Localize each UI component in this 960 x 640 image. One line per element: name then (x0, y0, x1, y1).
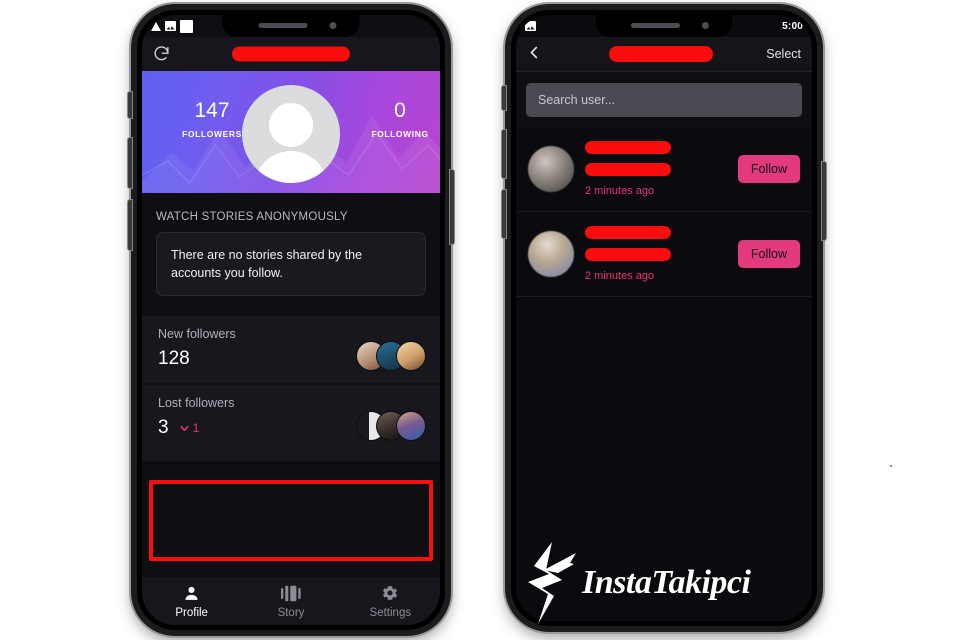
following-stat: 0 FOLLOWING (352, 99, 440, 139)
front-camera (701, 22, 709, 29)
earpiece-speaker (258, 23, 308, 28)
power-button[interactable] (450, 170, 454, 244)
silent-switch[interactable] (128, 92, 132, 118)
right-nav-bar: Select (516, 37, 812, 72)
tab-story-label: Story (277, 606, 305, 619)
new-followers-row[interactable]: New followers 128 (142, 316, 440, 383)
notch (595, 15, 733, 37)
user-time: 2 minutes ago (585, 185, 655, 197)
new-followers-value: 128 (158, 348, 190, 369)
lost-followers-delta-value: 1 (192, 421, 200, 435)
tab-settings[interactable]: Settings (341, 584, 440, 619)
left-phone-screen: 147 FOLLOWERS 0 FOLLOWING WATCH STORIES … (142, 15, 440, 625)
search-area: Search user... (516, 72, 812, 127)
redaction-bar (232, 46, 350, 62)
tab-settings-label: Settings (369, 606, 412, 619)
lost-followers-row[interactable]: Lost followers 3 1 (142, 385, 440, 461)
avatar[interactable] (242, 85, 340, 183)
following-label: FOLLOWING (371, 129, 429, 139)
story-icon (241, 584, 340, 603)
thumbnail (396, 411, 426, 441)
list-item[interactable]: 2 minutes ago Follow (516, 212, 812, 297)
avatar (528, 146, 574, 192)
redaction-bar (585, 141, 671, 154)
follow-button[interactable]: Follow (737, 240, 800, 268)
gear-icon (341, 584, 440, 603)
profile-hero: 147 FOLLOWERS 0 FOLLOWING (142, 71, 440, 193)
redaction-bar (585, 163, 671, 176)
volume-down-button[interactable] (128, 200, 132, 250)
select-button[interactable]: Select (766, 47, 801, 61)
left-nav-bar (142, 37, 440, 71)
left-phone-frame: 147 FOLLOWERS 0 FOLLOWING WATCH STORIES … (128, 4, 454, 636)
left-app-content: 147 FOLLOWERS 0 FOLLOWING WATCH STORIES … (142, 15, 440, 625)
lost-followers-label: Lost followers (158, 396, 235, 410)
new-followers-label: New followers (158, 327, 236, 341)
signal-triangle-icon (151, 21, 161, 31)
user-list: 2 minutes ago Follow 2 minutes ago Follo… (516, 127, 812, 621)
redaction-bar (585, 226, 671, 239)
stray-dot (890, 465, 892, 467)
follow-button[interactable]: Follow (737, 155, 800, 183)
tab-profile[interactable]: Profile (142, 584, 241, 619)
avatar-body (254, 151, 328, 183)
stories-section-title: WATCH STORIES ANONYMOUSLY (156, 211, 348, 223)
silent-switch[interactable] (502, 86, 506, 110)
image-icon (165, 21, 176, 31)
tab-profile-label: Profile (175, 606, 208, 619)
screenshot-canvas: 147 FOLLOWERS 0 FOLLOWING WATCH STORIES … (0, 0, 960, 640)
user-info: 2 minutes ago (585, 141, 727, 197)
redaction-bar (585, 248, 671, 261)
notch (222, 15, 360, 37)
chevron-down-icon (180, 425, 189, 431)
lost-followers-thumbnails[interactable] (356, 411, 426, 441)
right-phone-frame: 5:00 Select Search user... 2 minutes ago… (502, 4, 826, 632)
volume-up-button[interactable] (502, 130, 506, 178)
bottom-tab-bar: Profile Story Settings (142, 577, 440, 625)
avatar (528, 231, 574, 277)
refresh-icon[interactable] (152, 45, 171, 64)
front-camera (329, 22, 337, 29)
right-phone-screen: 5:00 Select Search user... 2 minutes ago… (516, 15, 812, 621)
earpiece-speaker (631, 23, 681, 28)
new-followers-thumbnails[interactable] (356, 341, 426, 371)
thumbnail (396, 341, 426, 371)
user-time: 2 minutes ago (585, 270, 655, 282)
white-square-icon (180, 19, 193, 33)
person-icon (142, 584, 241, 603)
list-item[interactable]: 2 minutes ago Follow (516, 127, 812, 212)
search-input[interactable]: Search user... (526, 83, 802, 117)
redaction-bar (609, 46, 714, 62)
following-count: 0 (394, 99, 406, 122)
right-status-time: 5:00 (782, 20, 803, 32)
tab-story[interactable]: Story (241, 584, 340, 619)
lost-followers-value: 3 (158, 417, 169, 438)
stories-empty-card: There are no stories shared by the accou… (156, 232, 426, 296)
right-app-content: Select Search user... 2 minutes ago Foll… (516, 15, 812, 621)
search-placeholder: Search user... (538, 93, 616, 107)
user-info: 2 minutes ago (585, 226, 727, 282)
volume-down-button[interactable] (502, 190, 506, 238)
lost-followers-delta: 1 (179, 421, 200, 435)
power-button[interactable] (822, 162, 826, 240)
image-icon (525, 21, 536, 31)
avatar-head (269, 103, 313, 147)
volume-up-button[interactable] (128, 138, 132, 188)
